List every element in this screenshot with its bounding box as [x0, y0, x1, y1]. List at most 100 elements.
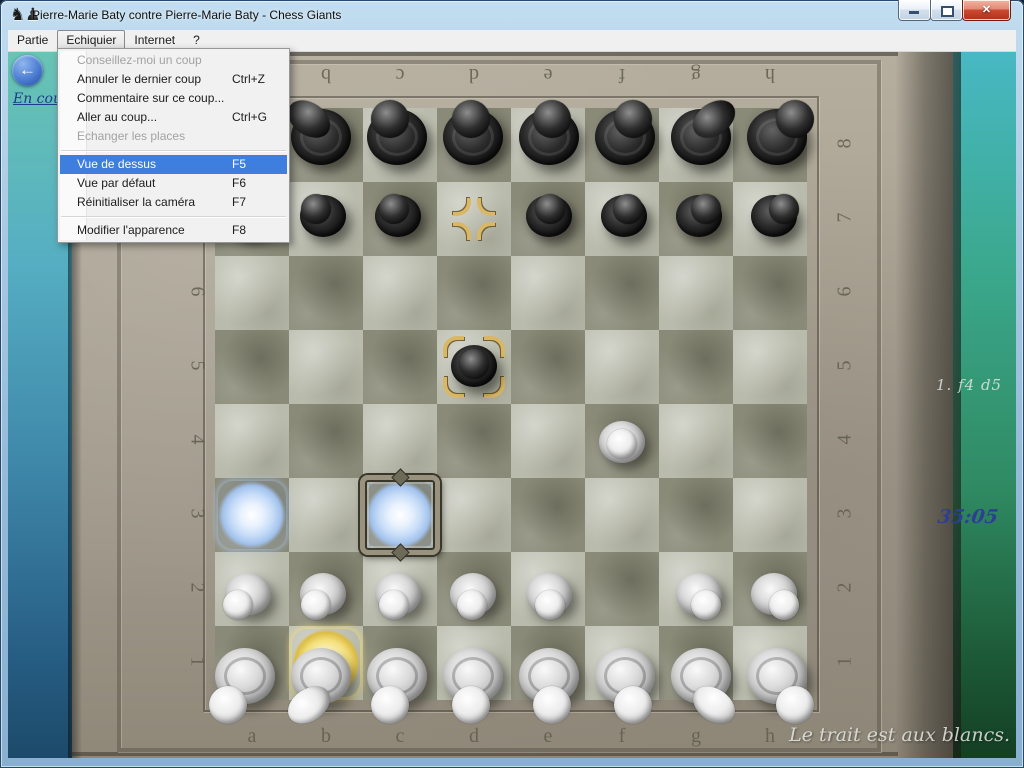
menubar-item-help[interactable]: ?: [184, 30, 209, 50]
piece-white-rook-h1[interactable]: [733, 626, 807, 700]
file-label-h-top: h: [733, 63, 807, 86]
piece-white-rook-a1[interactable]: [215, 626, 289, 700]
menu-item-annuler-le-dernier-coup[interactable]: Annuler le dernier coupCtrl+Z: [60, 70, 287, 89]
square-b5[interactable]: [289, 330, 363, 404]
menu-item-aller-au-coup[interactable]: Aller au coup...Ctrl+G: [60, 108, 287, 127]
rank-label-7-right: 7: [834, 205, 857, 231]
menu-item-shortcut: F8: [232, 221, 246, 240]
square-b3[interactable]: [289, 478, 363, 552]
piece-head: [613, 194, 643, 224]
piece-head: [535, 590, 565, 620]
piece-head: [776, 686, 814, 724]
highlight-move-a3: [215, 478, 289, 552]
square-e5[interactable]: [511, 330, 585, 404]
piece-head: [691, 194, 721, 224]
square-f5[interactable]: [585, 330, 659, 404]
square-h4[interactable]: [733, 404, 807, 478]
piece-white-knight-b1[interactable]: [289, 626, 363, 700]
piece-white-knight-g1[interactable]: [659, 626, 733, 700]
maximize-button[interactable]: [930, 0, 963, 21]
square-h6[interactable]: [733, 256, 807, 330]
piece-black-pawn-b7[interactable]: [289, 182, 363, 256]
square-f2[interactable]: [585, 552, 659, 626]
piece-black-bishop-f8[interactable]: [585, 108, 659, 182]
piece-black-pawn-d5[interactable]: [437, 330, 511, 404]
square-a6[interactable]: [215, 256, 289, 330]
board-edge-bottom: [72, 752, 898, 756]
piece-white-bishop-f1[interactable]: [585, 626, 659, 700]
square-g5[interactable]: [659, 330, 733, 404]
piece-white-pawn-d2[interactable]: [437, 552, 511, 626]
application-window: ♞♟ Pierre-Marie Baty contre Pierre-Marie…: [0, 0, 1024, 768]
piece-black-pawn-c7[interactable]: [363, 182, 437, 256]
piece-white-pawn-c2[interactable]: [363, 552, 437, 626]
piece-white-bishop-c1[interactable]: [363, 626, 437, 700]
piece-head: [301, 194, 331, 224]
highlight-cursor-c3: [363, 478, 437, 552]
piece-head: [776, 100, 814, 138]
piece-black-bishop-c8[interactable]: [363, 108, 437, 182]
square-d3[interactable]: [437, 478, 511, 552]
menu-item-label: Aller au coup...: [77, 110, 157, 124]
piece-black-knight-g8[interactable]: [659, 108, 733, 182]
square-e4[interactable]: [511, 404, 585, 478]
title-bar[interactable]: ♞♟ Pierre-Marie Baty contre Pierre-Marie…: [0, 0, 1024, 30]
piece-white-pawn-g2[interactable]: [659, 552, 733, 626]
square-d6[interactable]: [437, 256, 511, 330]
square-g4[interactable]: [659, 404, 733, 478]
piece-white-pawn-h2[interactable]: [733, 552, 807, 626]
piece-black-pawn-e7[interactable]: [511, 182, 585, 256]
move-list: 1. f4 d5: [936, 376, 1008, 394]
piece-head: [371, 686, 409, 724]
piece-white-king-e1[interactable]: [511, 626, 585, 700]
piece-black-queen-d8[interactable]: [437, 108, 511, 182]
square-a5[interactable]: [215, 330, 289, 404]
square-f6[interactable]: [585, 256, 659, 330]
piece-black-rook-h8[interactable]: [733, 108, 807, 182]
piece-white-pawn-f4[interactable]: [585, 404, 659, 478]
piece-head: [769, 194, 799, 224]
minimize-icon: [909, 11, 919, 14]
square-d4[interactable]: [437, 404, 511, 478]
square-e3[interactable]: [511, 478, 585, 552]
square-c5[interactable]: [363, 330, 437, 404]
menu-item-vue-par-d-faut[interactable]: Vue par défautF6: [60, 174, 287, 193]
square-g3[interactable]: [659, 478, 733, 552]
menubar-item-partie[interactable]: Partie: [8, 30, 57, 50]
square-h3[interactable]: [733, 478, 807, 552]
square-c6[interactable]: [363, 256, 437, 330]
piece-head: [769, 590, 799, 620]
menu-item-vue-de-dessus[interactable]: Vue de dessusF5: [60, 155, 287, 174]
menu-item-r-initialiser-la-cam-ra[interactable]: Réinitialiser la caméraF7: [60, 193, 287, 212]
piece-black-king-e8[interactable]: [511, 108, 585, 182]
menubar-item-echiquier[interactable]: Echiquier: [57, 30, 125, 50]
piece-white-queen-d1[interactable]: [437, 626, 511, 700]
square-a4[interactable]: [215, 404, 289, 478]
app-icon: ♞♟: [10, 5, 30, 25]
piece-head: [614, 686, 652, 724]
menu-item-label: Modifier l'apparence: [77, 223, 185, 237]
piece-white-pawn-e2[interactable]: [511, 552, 585, 626]
square-h5[interactable]: [733, 330, 807, 404]
menubar-item-internet[interactable]: Internet: [125, 30, 184, 50]
menu-item-commentaire-sur-ce-coup[interactable]: Commentaire sur ce coup...: [60, 89, 287, 108]
piece-black-pawn-h7[interactable]: [733, 182, 807, 256]
back-button[interactable]: ←: [12, 55, 43, 86]
minimize-button[interactable]: [898, 0, 931, 21]
piece-white-pawn-a2[interactable]: [215, 552, 289, 626]
piece-head: [535, 194, 565, 224]
square-f3[interactable]: [585, 478, 659, 552]
piece-black-knight-b8[interactable]: [289, 108, 363, 182]
piece-white-pawn-b2[interactable]: [289, 552, 363, 626]
piece-black-pawn-f7[interactable]: [585, 182, 659, 256]
square-b4[interactable]: [289, 404, 363, 478]
square-e6[interactable]: [511, 256, 585, 330]
piece-head: [223, 590, 253, 620]
piece-head: [452, 686, 490, 724]
close-button[interactable]: ✕: [962, 0, 1011, 21]
square-b6[interactable]: [289, 256, 363, 330]
file-label-b-top: b: [289, 63, 363, 86]
menu-item-modifier-l-apparence[interactable]: Modifier l'apparence F8: [60, 221, 287, 240]
square-g6[interactable]: [659, 256, 733, 330]
piece-black-pawn-g7[interactable]: [659, 182, 733, 256]
